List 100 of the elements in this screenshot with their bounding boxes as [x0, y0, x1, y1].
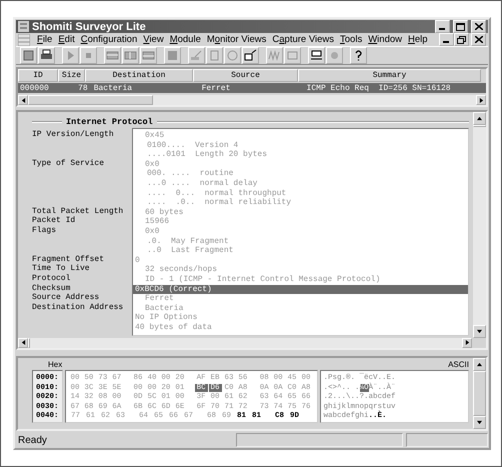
close-icon [474, 23, 482, 30]
column-header[interactable]: ID [18, 69, 58, 82]
menu-item[interactable]: Module [166, 34, 204, 46]
field-label: Destination Address [32, 302, 124, 312]
scroll-up-button[interactable] [473, 358, 486, 370]
grid-icon [142, 49, 155, 62]
scroll-left-button[interactable] [18, 338, 28, 348]
column-header[interactable]: Source [193, 69, 298, 82]
packet-row[interactable]: 000000 78 Bacteria Ferret ICMP Echo Req ID=256 SN=16128 [18, 83, 486, 94]
waveform-icon [268, 49, 281, 62]
menu-item[interactable]: Configuration [78, 34, 140, 46]
window-title: Shomiti Surveyor Lite [32, 20, 147, 32]
menu-item[interactable]: Window [365, 34, 405, 46]
field-value[interactable]: No IP Options [133, 313, 468, 323]
down-arrow-icon [476, 420, 483, 425]
vertical-scrollbar[interactable] [473, 112, 486, 338]
bit-description[interactable]: ..0 Last Fragment [133, 246, 468, 256]
field-value[interactable]: 15966 [133, 217, 468, 227]
horizontal-scrollbar[interactable] [18, 338, 472, 348]
menu-item[interactable]: View [140, 34, 167, 46]
field-label: Total Packet Length [32, 206, 124, 216]
up-arrow-icon [476, 116, 483, 122]
square-icon [166, 49, 179, 62]
menu-item[interactable]: Edit [55, 34, 78, 46]
field-label: Protocol [32, 274, 72, 284]
restore-icon [457, 36, 466, 44]
table-cell-text: Ferret [200, 84, 232, 93]
down-arrow-icon [476, 328, 483, 334]
field-label: Type of Service [32, 158, 106, 168]
scrollbar-thumb[interactable] [473, 370, 486, 416]
field-value[interactable]: 0 [133, 256, 468, 266]
pen-icon [190, 49, 203, 62]
bit-description[interactable]: .... .0.. normal reliability [133, 198, 468, 208]
scrollbar-thumb[interactable] [28, 95, 153, 106]
scroll-right-button[interactable] [462, 338, 472, 348]
status-text: Ready [17, 434, 48, 446]
close-icon [474, 36, 482, 44]
minimize-button[interactable] [435, 20, 450, 33]
column-header[interactable]: Summary [298, 69, 481, 82]
field-label: IP Version/Length [32, 130, 115, 140]
toolbar-button[interactable] [308, 47, 325, 64]
table-cell-text: ICMP Echo Req ID=256 SN=16128 [306, 84, 452, 93]
field-value[interactable]: 0x0 [133, 226, 468, 237]
field-value[interactable]: Bacteria [133, 304, 468, 314]
field-value[interactable]: 32 seconds/hops [133, 265, 468, 275]
section-title: Internet Protocol [66, 117, 153, 128]
document-icon [18, 34, 30, 46]
scrollbar-thumb[interactable] [473, 125, 486, 128]
close-button[interactable] [471, 20, 486, 33]
table-cell-text: 000000 [19, 84, 50, 93]
menu-item[interactable]: Capture Views [269, 34, 338, 46]
toolbar-button[interactable] [242, 47, 259, 64]
left-arrow-icon [20, 339, 26, 346]
hex-label: Hex [48, 360, 62, 368]
field-value[interactable]: 60 bytes [133, 208, 468, 218]
field-value[interactable]: 0xBCD6 (Correct) [133, 284, 468, 294]
vertical-scrollbar[interactable] [473, 358, 486, 429]
scroll-down-button[interactable] [473, 416, 486, 429]
bit-description[interactable]: ...0 .... normal delay [133, 179, 468, 189]
restore-button[interactable] [454, 33, 469, 46]
right-arrow-icon [478, 96, 484, 104]
field-label: Fragment Offset [32, 254, 106, 264]
bit-description[interactable]: 0100.... Version 4 [133, 140, 468, 150]
menu-item[interactable]: Tools [337, 34, 366, 46]
field-value[interactable]: Ferret [133, 294, 468, 304]
horizontal-scrollbar[interactable] [18, 95, 486, 106]
scroll-up-button[interactable] [473, 112, 486, 126]
menu-item[interactable]: Help [405, 34, 431, 46]
scroll-right-button[interactable] [476, 95, 486, 106]
field-value[interactable]: ID - 1 (ICMP - Internet Control Message Protocol) [133, 274, 468, 285]
bit-description[interactable]: 000. .... routine [133, 169, 468, 179]
field-value[interactable]: 0x45 [133, 131, 468, 141]
menu-item[interactable]: Monitor Views [204, 34, 270, 46]
toolbar-button[interactable] [350, 47, 367, 64]
bit-description[interactable]: .0. May Fragment [133, 236, 468, 246]
field-value[interactable]: 0x0 [133, 160, 468, 170]
scrollbar-thumb[interactable] [28, 338, 30, 348]
field-value[interactable]: 40 bytes of data [133, 322, 468, 332]
grid-icon [124, 49, 137, 62]
maximize-icon [456, 22, 465, 30]
scroll-left-button[interactable] [18, 95, 28, 106]
column-header[interactable]: Size [58, 69, 85, 82]
minimize-button[interactable] [439, 33, 454, 46]
field-label: Packet Id [32, 216, 76, 226]
toolbar-button[interactable] [38, 47, 55, 64]
ascii-label: ASCII [448, 360, 469, 368]
table-cell-text: 78 [77, 84, 89, 93]
right-arrow-icon [464, 339, 470, 346]
field-label: Source Address [32, 293, 100, 303]
close-button[interactable] [471, 33, 486, 46]
left-arrow-icon [20, 96, 26, 104]
field-label: Checksum [32, 284, 72, 293]
grid-icon [106, 49, 119, 62]
menu-item[interactable]: File [34, 34, 56, 46]
bit-description[interactable]: .... 0... normal throughput [133, 188, 468, 198]
column-header[interactable]: Destination [85, 69, 193, 82]
maximize-button[interactable] [453, 20, 468, 33]
up-arrow-icon [476, 362, 483, 366]
bit-description[interactable]: ....0101 Length 20 bytes [133, 150, 468, 160]
scroll-down-button[interactable] [473, 324, 486, 338]
